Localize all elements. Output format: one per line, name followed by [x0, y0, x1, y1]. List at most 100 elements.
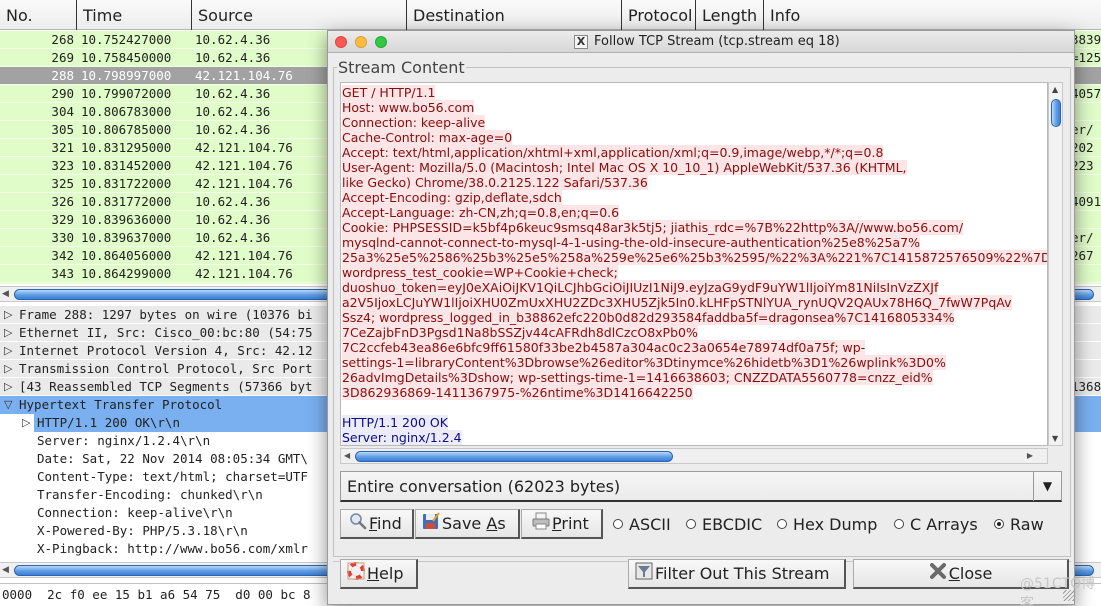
- collapsed-triangle-icon[interactable]: ▷: [4, 360, 12, 378]
- client-stream-line: Cookie: PHPSESSID=k5bf4p6keuc9smsq48ar3k…: [342, 220, 964, 235]
- tree-item-label: Transmission Control Protocol, Src Port: [19, 361, 313, 376]
- radio-raw[interactable]: Raw: [994, 517, 1044, 533]
- scrollbar-thumb[interactable]: [355, 451, 673, 462]
- funnel-icon: [635, 561, 653, 589]
- packet-no: 288: [51, 68, 74, 83]
- minimize-window-icon[interactable]: [355, 36, 367, 48]
- packet-source: 42.121.104.76: [195, 266, 293, 281]
- client-stream-line: Cache-Control: max-age=0: [342, 130, 513, 145]
- client-stream-line: duoshuo_token=eyJ0eXAiOiJKV1QiLCJhbGciOi…: [342, 280, 939, 295]
- packet-time: 10.864299000: [81, 266, 172, 281]
- packet-info: 4057: [1071, 86, 1101, 101]
- collapsed-triangle-icon[interactable]: ▷: [4, 378, 12, 396]
- scroll-up-arrow-icon[interactable]: ▲: [1052, 85, 1058, 94]
- radio-ascii[interactable]: ASCII: [613, 517, 671, 533]
- tree-item-label: X-Pingback: http://www.bo56.com/xmlr: [37, 541, 308, 556]
- packet-no: 343: [51, 266, 74, 281]
- packet-time: 10.831722000: [81, 176, 172, 191]
- packet-source: 10.62.4.36: [195, 122, 271, 137]
- packet-no: 305: [51, 122, 74, 137]
- tree-item-label: X-Powered-By: PHP/5.3.18\r\n: [37, 523, 248, 538]
- column-header-info[interactable]: Info: [764, 0, 1101, 30]
- scroll-down-arrow-icon[interactable]: ▼: [1052, 434, 1058, 443]
- dropdown-arrow-icon[interactable]: ▼: [1033, 472, 1061, 501]
- packet-time: 10.864056000: [81, 248, 172, 263]
- packet-time: 10.831772000: [81, 194, 172, 209]
- stream-content-text[interactable]: GET / HTTP/1.1 Host: www.bo56.com Connecti…: [340, 82, 1048, 446]
- packet-info: 3839: [1071, 32, 1101, 47]
- close-window-icon[interactable]: [335, 36, 347, 48]
- scroll-left-arrow-icon[interactable]: ◀: [2, 565, 9, 575]
- column-header-length[interactable]: Length: [696, 0, 764, 30]
- packet-time: 10.831295000: [81, 140, 172, 155]
- client-stream-line: Connection: keep-alive: [342, 115, 486, 130]
- conversation-select-value: Entire conversation (62023 bytes): [347, 477, 621, 496]
- client-stream-line: 7C2ccfeb43ea86e6bfc9ff61580f33be2b4587a3…: [342, 340, 866, 355]
- packet-source: 10.62.4.36: [195, 212, 271, 227]
- client-stream-line: Host: www.bo56.com: [342, 100, 475, 115]
- conversation-select[interactable]: Entire conversation (62023 bytes) ▼: [340, 471, 1062, 502]
- tree-item-label: Transfer-Encoding: chunked\r\n: [37, 487, 263, 502]
- stream-hscrollbar[interactable]: ◀ ▶: [340, 448, 1048, 464]
- column-header-no[interactable]: No.: [0, 0, 77, 30]
- find-button[interactable]: Find: [340, 509, 414, 539]
- server-stream-line: HTTP/1.1 200 OK: [342, 415, 448, 430]
- watermark: @51CTO博客: [1020, 576, 1096, 606]
- client-stream-line: Accept-Language: zh-CN,zh;q=0.8,en;q=0.6: [342, 205, 620, 220]
- client-stream-line: 3D862936869-1411367975-%26ntime%3D141664…: [342, 385, 693, 400]
- radio-ebcdic[interactable]: EBCDIC: [686, 517, 762, 533]
- packet-source: 10.62.4.36: [195, 32, 271, 47]
- collapsed-triangle-icon[interactable]: ▷: [4, 342, 12, 360]
- scrollbar-thumb[interactable]: [1051, 99, 1061, 127]
- resize-grip-icon[interactable]: [1063, 590, 1074, 601]
- client-stream-line: Accept: text/html,application/xhtml+xml,…: [342, 145, 884, 160]
- server-stream-line: Server: nginx/1.2.4: [342, 430, 462, 445]
- expanded-triangle-icon[interactable]: ▽: [4, 396, 12, 414]
- column-header-source[interactable]: Source: [192, 0, 407, 30]
- packet-source: 10.62.4.36: [195, 104, 271, 119]
- packet-time: 10.806783000: [81, 104, 172, 119]
- packet-no: 290: [51, 86, 74, 101]
- client-stream-line: Accept-Encoding: gzip,deflate,sdch: [342, 190, 562, 205]
- client-stream-line: User-Agent: Mozilla/5.0 (Macintosh; Inte…: [342, 160, 907, 175]
- radio-hex-dump[interactable]: Hex Dump: [777, 517, 877, 533]
- tree-item-label: Hypertext Transfer Protocol: [19, 397, 223, 412]
- column-header-protocol[interactable]: Protocol: [622, 0, 696, 30]
- stream-vscrollbar[interactable]: ▲ ▼: [1048, 82, 1063, 446]
- close-x-icon: [929, 561, 947, 589]
- print-button[interactable]: Print: [521, 509, 603, 539]
- packet-time: 10.831452000: [81, 158, 172, 173]
- printer-icon: [532, 511, 550, 539]
- packet-time: 10.758450000: [81, 50, 172, 65]
- scroll-left-arrow-icon[interactable]: ◀: [344, 451, 350, 460]
- zoom-window-icon[interactable]: [375, 36, 387, 48]
- magnifier-icon: [349, 511, 367, 539]
- radio-indicator: [686, 519, 696, 529]
- packet-info: 4091: [1071, 194, 1101, 209]
- x11-icon: X: [574, 35, 588, 49]
- save-as-button[interactable]: Save As: [415, 509, 520, 539]
- client-stream-line: 25a3%25e5%2586%25b3%25e5%258a%259e%25e6%…: [342, 250, 1047, 265]
- tree-item-label: Date: Sat, 22 Nov 2014 08:05:34 GMT\: [37, 451, 308, 466]
- scroll-right-arrow-icon[interactable]: ▶: [1027, 451, 1033, 460]
- dialog-title: Follow TCP Stream (tcp.stream eq 18): [594, 34, 840, 49]
- packet-time: 10.806785000: [81, 122, 172, 137]
- packet-source: 42.121.104.76: [195, 176, 293, 191]
- collapsed-triangle-icon[interactable]: ▷: [22, 414, 30, 432]
- collapsed-triangle-icon[interactable]: ▷: [4, 306, 12, 324]
- collapsed-triangle-icon[interactable]: ▷: [4, 324, 12, 342]
- filter-out-stream-button[interactable]: Filter Out This Stream: [628, 559, 846, 589]
- radio-c-arrays[interactable]: C Arrays: [894, 517, 978, 533]
- dialog-titlebar[interactable]: X Follow TCP Stream (tcp.stream eq 18): [328, 31, 1074, 53]
- packet-no: 323: [51, 158, 74, 173]
- tree-item-label: HTTP/1.1 200 OK\r\n: [37, 415, 180, 430]
- client-stream-line: a2V5IjoxLCJuYW1lIjoiXHU0ZmUxXHU2ZDc3XHU5…: [342, 295, 1012, 310]
- column-header-time[interactable]: Time: [77, 0, 192, 30]
- packet-time: 10.799072000: [81, 86, 172, 101]
- packet-time: 10.839637000: [81, 230, 172, 245]
- scroll-left-arrow-icon[interactable]: ◀: [2, 289, 9, 299]
- help-button[interactable]: Help: [340, 559, 418, 589]
- tree-item-label: Ethernet II, Src: Cisco_00:bc:80 (54:75: [19, 325, 313, 340]
- lifebuoy-icon: [347, 561, 365, 589]
- column-header-destination[interactable]: Destination: [407, 0, 622, 30]
